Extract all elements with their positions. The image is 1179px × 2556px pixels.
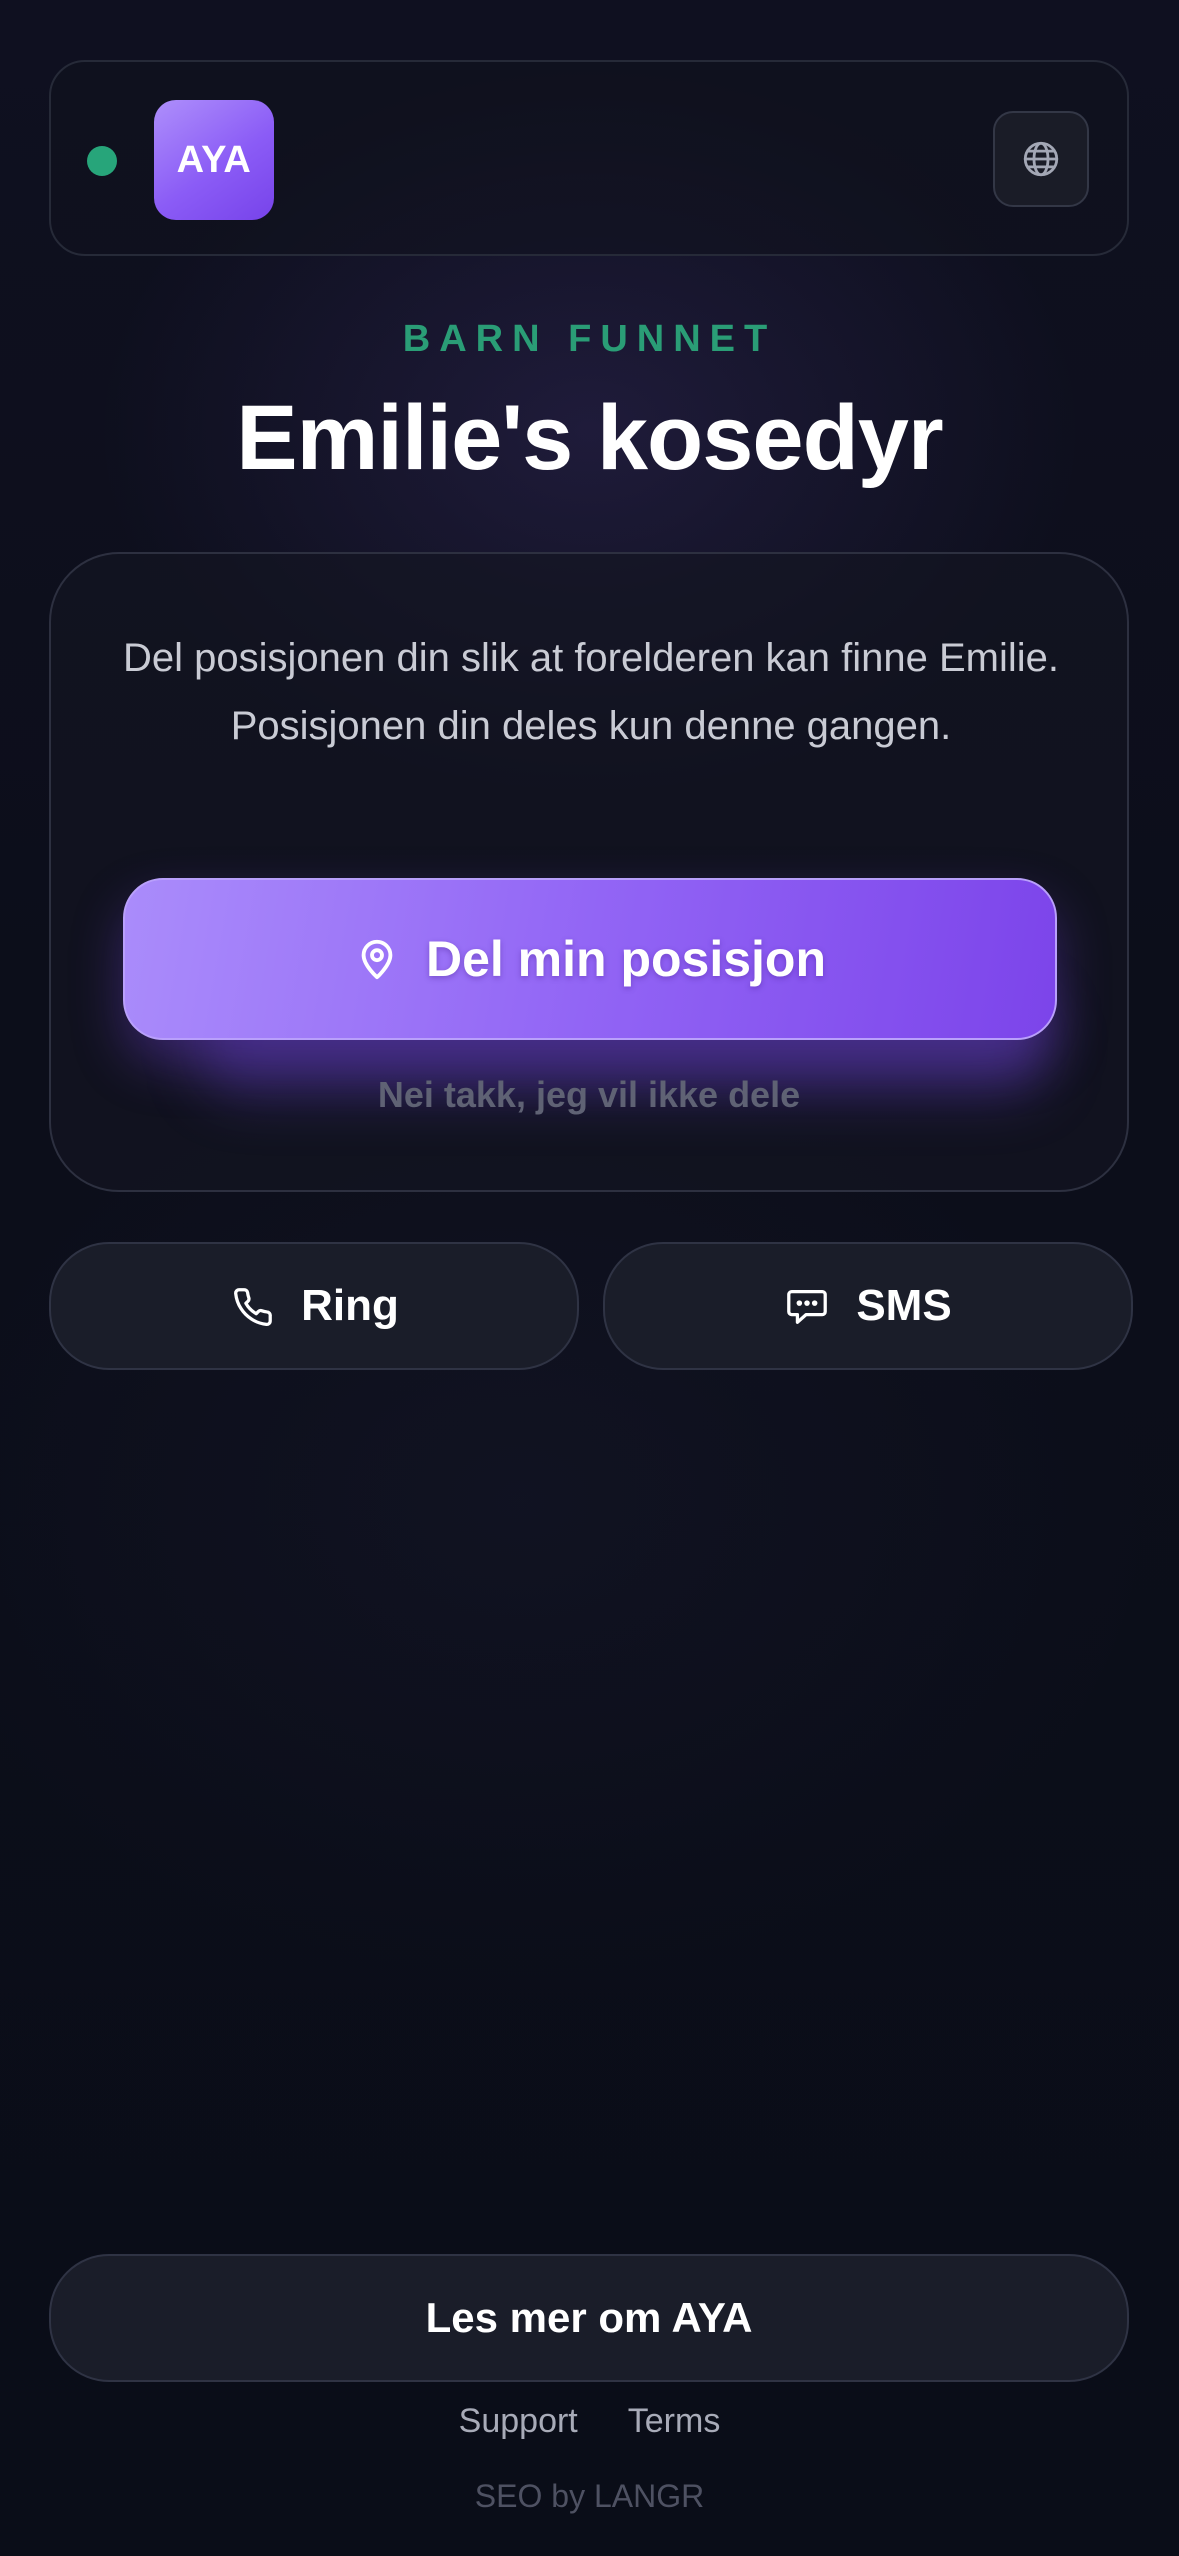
- share-location-card: Del posisjonen din slik at forelderen ka…: [49, 552, 1129, 1192]
- status-indicator-dot: [87, 146, 117, 176]
- terms-link[interactable]: Terms: [628, 2402, 721, 2441]
- sms-button[interactable]: SMS: [603, 1242, 1133, 1370]
- map-pin-icon: [361, 939, 393, 980]
- share-location-label: Del min posisjon: [425, 931, 827, 987]
- call-label: Ring: [301, 1281, 399, 1330]
- about-aya-label: Les mer om AYA: [425, 2294, 753, 2341]
- footer-links: Support Terms: [0, 2402, 1179, 2441]
- about-aya-button[interactable]: Les mer om AYA: [49, 2254, 1129, 2382]
- logo-text: AYA: [176, 138, 252, 181]
- found-label: BARN FUNNET: [402, 318, 777, 360]
- share-location-message: Del posisjonen din slik at forelderen ka…: [122, 636, 1060, 748]
- language-button[interactable]: [993, 111, 1089, 207]
- page-title: Emilie's kosedyr: [236, 387, 943, 489]
- globe-icon: [1023, 141, 1059, 177]
- call-button[interactable]: Ring: [49, 1242, 579, 1370]
- support-link[interactable]: Support: [459, 2402, 578, 2441]
- seo-credit-link[interactable]: SEO by LANGR: [0, 2478, 1179, 2515]
- share-location-button[interactable]: Del min posisjon: [123, 878, 1057, 1040]
- top-bar: AYA: [49, 60, 1129, 256]
- chat-bubble-icon: [787, 1289, 828, 1324]
- app-logo[interactable]: AYA: [154, 100, 274, 220]
- decline-share-link[interactable]: Nei takk, jeg vil ikke dele: [51, 1074, 1127, 1116]
- phone-icon: [234, 1288, 272, 1327]
- sms-label: SMS: [856, 1281, 952, 1330]
